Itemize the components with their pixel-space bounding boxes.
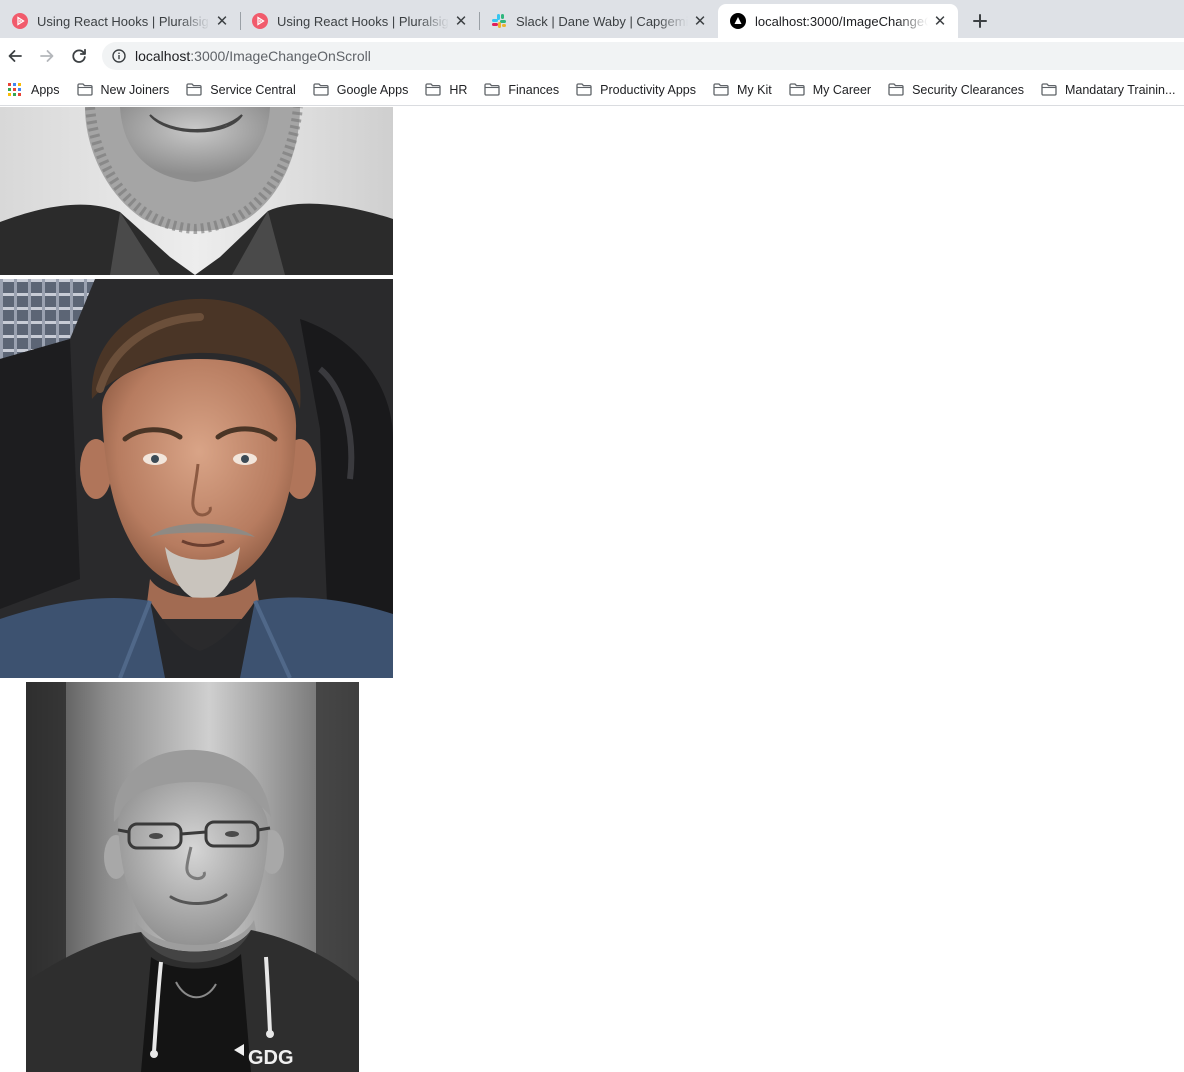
close-icon[interactable]: ✕ [692,13,708,30]
back-button[interactable] [3,44,27,68]
bookmark-folder-1[interactable]: Service Central [186,82,296,97]
bookmark-label: Mandatary Trainin... [1064,82,1176,97]
folder-icon [576,83,592,97]
folder-icon [1041,83,1057,97]
tab-pluralsight-2[interactable]: Using React Hooks | Pluralsight ✕ [240,4,479,38]
folder-icon [76,83,93,97]
bookmark-folder-2[interactable]: Google Apps [313,82,409,97]
folder-icon [888,83,904,97]
arrow-left-icon [8,50,22,62]
reload-button[interactable] [67,44,91,68]
bookmark-label: Service Central [210,82,296,97]
bookmark-label: Apps [31,82,60,97]
folder-icon [484,83,501,97]
address-bar[interactable]: localhost:3000/ImageChangeOnScroll [102,42,1184,70]
apps-grid-icon [8,83,21,96]
forward-button[interactable] [35,44,59,68]
new-tab-button[interactable] [968,9,992,33]
tab-title: Using React Hooks | Pluralsight [37,13,210,29]
tab-localhost[interactable]: localhost:3000/ImageChangeOnScroll ✕ [718,4,958,38]
url-text: localhost:3000/ImageChangeOnScroll [135,48,371,64]
folder-icon [425,83,441,97]
pluralsight-icon [12,13,28,29]
bookmark-folder-4[interactable]: Finances [484,83,559,97]
speaker-photo-3: GDG [26,682,359,1072]
tab-slack[interactable]: Slack | Dane Waby | Capgemini ✕ [479,4,718,38]
bookmark-label: New Joiners [100,82,170,97]
url-path: :3000/ImageChangeOnScroll [190,48,371,64]
folder-icon [186,83,202,97]
bookmark-folder-8[interactable]: Security Clearances [888,83,1024,97]
bookmark-folder-7[interactable]: My Career [789,83,871,97]
tab-title: localhost:3000/ImageChangeOnScroll [755,13,928,29]
bookmark-label: HR [449,82,468,97]
slack-icon [491,13,507,29]
folder-icon [789,83,805,97]
tab-title: Slack | Dane Waby | Capgemini [516,13,688,29]
page-content: GDG [0,107,1184,1072]
bookmark-label: Finances [508,82,560,97]
toolbar: localhost:3000/ImageChangeOnScroll [0,38,1184,74]
bookmark-label: Productivity Apps [600,82,697,97]
bookmark-folder-3[interactable]: HR [425,83,467,97]
bookmark-folder-0[interactable]: New Joiners [76,82,170,97]
speaker-photo-1 [0,107,393,275]
close-icon[interactable]: ✕ [453,13,469,30]
close-icon[interactable]: ✕ [932,13,948,30]
plus-icon [973,14,987,28]
bookmark-label: Security Clearances [912,82,1024,97]
reload-icon [72,48,86,63]
bookmark-folder-9[interactable]: Mandatary Trainin... [1041,83,1175,97]
folder-icon [713,83,729,97]
gdg-text: GDG [248,1047,294,1069]
bookmark-apps[interactable]: Apps [8,83,60,97]
pluralsight-icon [252,13,268,29]
folder-icon [313,83,329,97]
bookmark-label: My Kit [737,82,772,97]
info-icon[interactable] [111,48,127,64]
bookmark-folder-5[interactable]: Productivity Apps [576,83,696,97]
bookmark-label: Google Apps [336,82,409,97]
nextjs-icon [730,13,746,29]
close-icon[interactable]: ✕ [214,13,230,30]
url-host: localhost [135,48,191,64]
bookmark-label: My Career [812,82,872,97]
tab-strip: Using React Hooks | Pluralsight ✕ Using … [0,0,1184,38]
bookmarks-bar: Apps New Joiners Service Central Google Ap… [0,74,1184,106]
arrow-right-icon [40,50,54,62]
tab-title: Using React Hooks | Pluralsight [277,13,449,29]
bookmark-folder-6[interactable]: My Kit [713,83,772,97]
tab-pluralsight-1[interactable]: Using React Hooks | Pluralsight ✕ [0,4,240,38]
speaker-photo-2 [0,279,393,678]
